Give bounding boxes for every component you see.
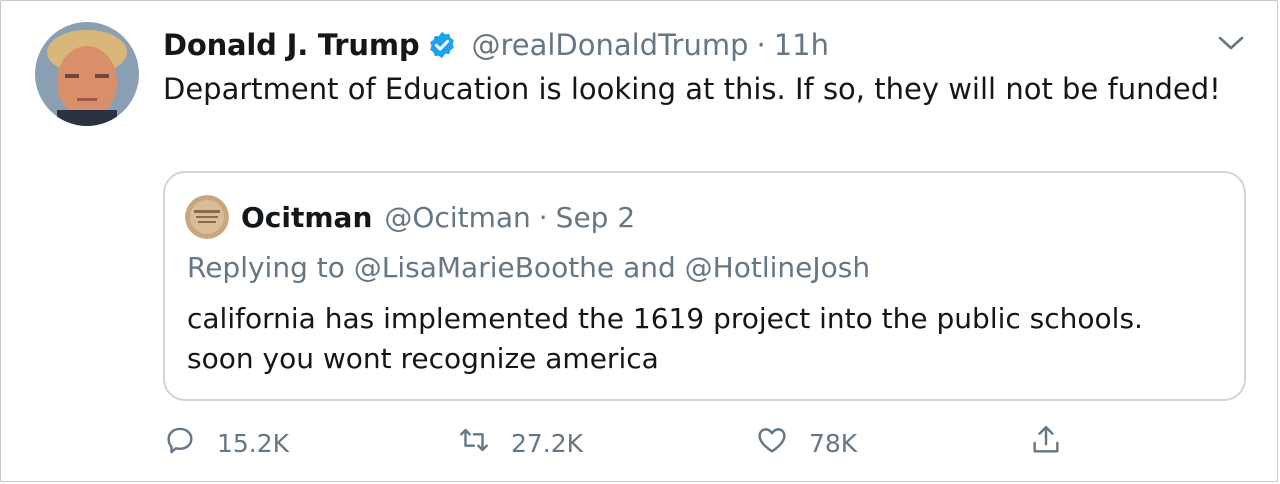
quoted-author-avatar[interactable] <box>185 195 229 239</box>
tweet-timestamp[interactable]: 11h <box>774 28 829 62</box>
like-button[interactable]: 78K <box>755 421 857 465</box>
header-separator: · <box>756 28 766 62</box>
author-avatar[interactable] <box>35 22 139 126</box>
quoted-tweet[interactable]: Ocitman @Ocitman · Sep 2 Replying to @Li… <box>163 171 1246 401</box>
replying-to-line: Replying to @LisaMarieBoothe and @Hotlin… <box>187 251 870 284</box>
tweet-card: Donald J. Trump @realDonaldTrump · 11h D… <box>0 0 1278 482</box>
chevron-down-icon[interactable] <box>1215 31 1247 55</box>
mention-link[interactable]: @HotlineJosh <box>685 251 870 284</box>
tweet-body: Department of Education is looking at th… <box>163 72 1221 106</box>
like-icon <box>755 423 789 463</box>
reply-count: 15.2K <box>217 428 290 458</box>
share-icon <box>1029 423 1063 463</box>
retweet-icon <box>457 423 491 463</box>
quoted-author-handle[interactable]: @Ocitman <box>384 201 530 234</box>
reply-icon <box>163 423 197 463</box>
replying-to-label: Replying to <box>187 251 345 284</box>
retweet-count: 27.2K <box>511 428 584 458</box>
like-count: 78K <box>809 428 858 458</box>
mention-link[interactable]: @LisaMarieBoothe <box>354 251 614 284</box>
quoted-header-separator: · <box>538 200 548 234</box>
quoted-tweet-header: Ocitman @Ocitman · Sep 2 <box>241 197 635 237</box>
verified-badge-icon <box>427 30 457 60</box>
share-button[interactable] <box>1029 421 1063 465</box>
reply-button[interactable]: 15.2K <box>163 421 289 465</box>
replying-conjunction: and <box>623 251 676 284</box>
retweet-button[interactable]: 27.2K <box>457 421 583 465</box>
tweet-actions: 15.2K 27.2K 78K <box>1 421 1280 465</box>
quoted-tweet-body: california has implemented the 1619 proj… <box>187 302 1143 375</box>
tweet-header: Donald J. Trump @realDonaldTrump · 11h <box>163 23 829 67</box>
quoted-author-name[interactable]: Ocitman <box>241 201 372 234</box>
quoted-tweet-timestamp[interactable]: Sep 2 <box>556 201 636 234</box>
author-handle[interactable]: @realDonaldTrump <box>471 28 748 62</box>
author-name[interactable]: Donald J. Trump <box>163 28 420 62</box>
